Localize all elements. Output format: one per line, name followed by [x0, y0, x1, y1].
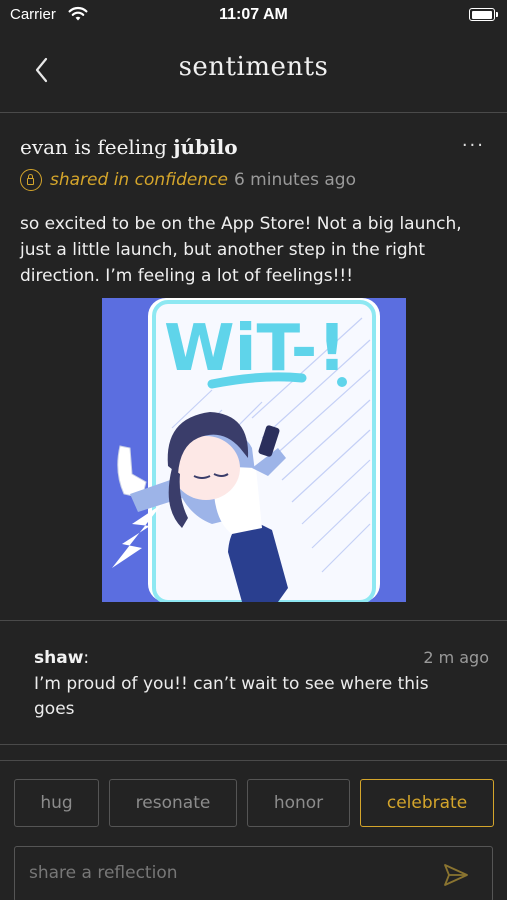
reaction-celebrate-button[interactable]: celebrate: [360, 779, 494, 827]
divider: [0, 744, 507, 745]
battery-icon: [469, 8, 498, 21]
comment-text: I’m proud of you!! can’t wait to see whe…: [34, 674, 429, 719]
post-header: evan is feeling júbilo: [20, 135, 238, 159]
post-timestamp: 6 minutes ago: [233, 170, 356, 190]
privacy-label: shared in confidence: [50, 170, 228, 190]
post-image[interactable]: WiT-!: [102, 298, 406, 602]
more-icon: ···: [461, 135, 485, 156]
comment: shaw: 2 m ago I’m proud of you!! can’t w…: [34, 648, 489, 722]
send-icon: [444, 864, 468, 886]
reaction-honor-button[interactable]: honor: [247, 779, 350, 827]
comment-time: 2 m ago: [423, 648, 489, 667]
comment-author-name: shaw: [34, 648, 84, 668]
post-body: so excited to be on the App Store! Not a…: [20, 214, 462, 286]
reflection-box: [14, 846, 493, 900]
feeling-prefix: is feeling: [74, 135, 167, 159]
post-meta: shared in confidence 6 minutes ago: [20, 169, 356, 191]
divider: [0, 760, 507, 761]
reflection-input[interactable]: [29, 863, 429, 883]
battery-level: [471, 10, 492, 19]
post-author: evan: [20, 135, 68, 159]
comment-author: shaw:: [34, 648, 489, 668]
more-options-button[interactable]: ···: [462, 135, 485, 156]
lock-icon: [20, 169, 42, 191]
illustration: WiT-!: [102, 298, 406, 602]
send-button[interactable]: [442, 861, 470, 889]
status-bar: Carrier 11:07 AM: [0, 0, 507, 32]
feeling-label: júbilo: [173, 135, 238, 159]
reaction-resonate-button[interactable]: resonate: [109, 779, 237, 827]
nav-bar: sentiments: [0, 32, 507, 113]
status-time: 11:07 AM: [219, 6, 288, 23]
divider: [0, 620, 507, 621]
page-title: sentiments: [178, 52, 329, 82]
comment-separator: :: [83, 648, 90, 668]
reaction-hug-button[interactable]: hug: [14, 779, 99, 827]
